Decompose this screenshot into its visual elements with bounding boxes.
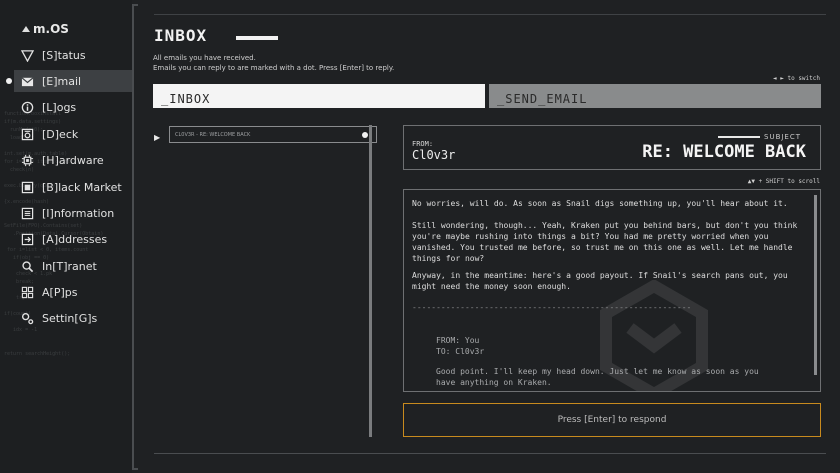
email-list: ▶ CL0V3R - RE: WELCOME BACK bbox=[154, 125, 377, 437]
brand-text: m.OS bbox=[33, 22, 69, 36]
brand-logo: m.OS bbox=[22, 22, 69, 36]
triangle-icon bbox=[20, 48, 34, 62]
info-square-icon bbox=[20, 206, 34, 220]
quote-divider: ----------------------------------------… bbox=[412, 303, 692, 312]
mail-icon bbox=[20, 74, 34, 88]
market-icon bbox=[20, 180, 34, 194]
page-description: All emails you have received. bbox=[153, 54, 256, 62]
quote-to: TO: Cl0v3r bbox=[436, 347, 485, 356]
page-title: INBOX bbox=[154, 26, 208, 45]
sidebar-item-intranet[interactable]: In[T]ranet bbox=[20, 255, 132, 277]
tab-inbox[interactable]: _INBOX bbox=[153, 84, 485, 108]
frame-bracket bbox=[132, 4, 138, 470]
sidebar-item-apps[interactable]: A[P]ps bbox=[20, 281, 132, 303]
subject-bar bbox=[718, 136, 760, 138]
list-scrollbar[interactable] bbox=[369, 125, 372, 437]
sidebar-item-status[interactable]: [S]tatus bbox=[20, 44, 132, 66]
arrow-box-icon bbox=[20, 232, 34, 246]
quote-from: FROM: You bbox=[436, 336, 480, 345]
email-body[interactable]: No worries, will do. As soon as Snail di… bbox=[403, 189, 821, 392]
chip-icon bbox=[20, 153, 34, 167]
sidebar-item-email[interactable]: [E]mail bbox=[14, 70, 132, 92]
email-header: FROM: Cl0v3r SUBJECT RE: WELCOME BACK bbox=[403, 125, 821, 170]
sidebar-item-label: Settin[G]s bbox=[42, 311, 98, 325]
title-underline-bar bbox=[236, 36, 278, 40]
subject-label: SUBJECT bbox=[764, 133, 802, 141]
page-instructions: Emails you can reply to are marked with … bbox=[153, 64, 395, 72]
email-paragraph: Still wondering, though... Yeah, Kraken … bbox=[412, 221, 803, 263]
from-label: FROM: bbox=[412, 140, 434, 148]
logo-mountain-icon bbox=[22, 26, 30, 32]
email-paragraph: No worries, will do. As soon as Snail di… bbox=[412, 199, 788, 208]
list-item-label: CL0V3R - RE: WELCOME BACK bbox=[175, 131, 251, 138]
sidebar: function:boxinstall if(m.data.settings) … bbox=[0, 0, 132, 473]
main-panel: INBOX All emails you have received. Emai… bbox=[140, 0, 840, 473]
sidebar-item-label: [A]ddresses bbox=[42, 232, 108, 246]
sidebar-item-deck[interactable]: [D]eck bbox=[20, 123, 132, 145]
sidebar-item-settings[interactable]: Settin[G]s bbox=[20, 307, 132, 329]
bottom-divider bbox=[154, 453, 826, 454]
active-indicator-dot bbox=[6, 78, 12, 84]
sidebar-item-addresses[interactable]: [A]ddresses bbox=[20, 228, 132, 250]
sidebar-item-information[interactable]: [I]nformation bbox=[20, 202, 132, 224]
sidebar-item-label: [D]eck bbox=[42, 127, 79, 141]
top-divider bbox=[154, 14, 826, 15]
switch-hint: ◄ ► to switch bbox=[773, 75, 820, 82]
sidebar-item-label: [E]mail bbox=[42, 74, 82, 88]
selection-arrow-icon: ▶ bbox=[154, 133, 161, 142]
body-scrollbar[interactable] bbox=[814, 195, 817, 375]
sidebar-item-label: [I]nformation bbox=[42, 206, 115, 220]
sidebar-item-label: A[P]ps bbox=[42, 285, 78, 299]
email-paragraph: Anyway, in the meantime: here's a good p… bbox=[412, 271, 793, 291]
sidebar-item-black-market[interactable]: [B]lack Market bbox=[20, 176, 132, 198]
reply-available-dot bbox=[362, 132, 368, 138]
sidebar-item-logs[interactable]: [L]ogs bbox=[20, 96, 132, 118]
scroll-hint: ▲▼ + SHIFT to scroll bbox=[747, 178, 820, 185]
sidebar-item-label: In[T]ranet bbox=[42, 259, 97, 273]
info-circle-icon bbox=[20, 100, 34, 114]
respond-button[interactable]: Press [Enter] to respond bbox=[403, 403, 821, 437]
deck-icon bbox=[20, 127, 34, 141]
sidebar-item-label: [L]ogs bbox=[42, 100, 77, 114]
sidebar-item-hardware[interactable]: [H]ardware bbox=[20, 149, 132, 171]
quote-body: Good point. I'll keep my head down. Just… bbox=[436, 367, 764, 387]
settings-icon bbox=[20, 311, 34, 325]
apps-grid-icon bbox=[20, 285, 34, 299]
search-icon bbox=[20, 259, 34, 273]
sidebar-item-label: [B]lack Market bbox=[42, 180, 122, 194]
from-value: Cl0v3r bbox=[412, 148, 456, 162]
sidebar-item-label: [S]tatus bbox=[42, 48, 86, 62]
list-item[interactable]: CL0V3R - RE: WELCOME BACK bbox=[169, 126, 377, 143]
tab-send-email[interactable]: _SEND_EMAIL bbox=[489, 84, 821, 108]
subject-value: RE: WELCOME BACK bbox=[642, 142, 806, 162]
sidebar-item-label: [H]ardware bbox=[42, 153, 104, 167]
